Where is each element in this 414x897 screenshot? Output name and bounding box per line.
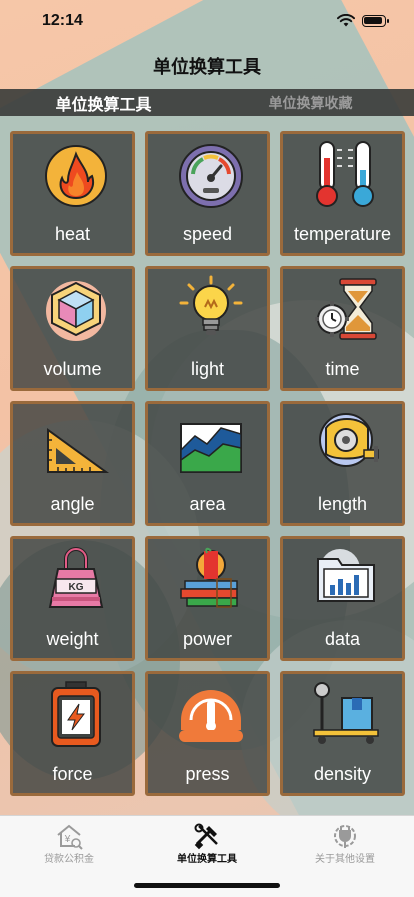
segment-tools[interactable]: 单位换算工具 <box>0 89 207 116</box>
tab-label: 单位换算工具 <box>177 854 237 865</box>
svg-text:¥: ¥ <box>64 834 71 845</box>
tile-time[interactable]: time <box>280 266 405 391</box>
speedometer-icon <box>177 140 245 208</box>
apple-books-icon <box>177 545 245 613</box>
tile-data[interactable]: data <box>280 536 405 661</box>
battery-icon <box>362 15 389 27</box>
tile-light[interactable]: light <box>145 266 270 391</box>
tile-label: light <box>190 359 225 379</box>
flame-icon <box>42 140 110 208</box>
pressure-gauge-icon <box>177 680 245 748</box>
tile-label: temperature <box>293 224 392 244</box>
kg-text: KG <box>69 582 84 593</box>
tile-label: length <box>317 494 368 514</box>
kettlebell-icon: KG <box>42 545 110 613</box>
tile-label: area <box>189 494 226 514</box>
tile-length[interactable]: length <box>280 401 405 526</box>
tile-angle[interactable]: angle <box>10 401 135 526</box>
battery-bolt-icon <box>42 680 110 748</box>
tile-label: angle <box>50 494 95 514</box>
tile-density[interactable]: density <box>280 671 405 796</box>
status-time: 12:14 <box>42 12 83 29</box>
tile-label: speed <box>182 224 233 244</box>
home-indicator <box>134 883 280 888</box>
light-bulb-icon <box>177 275 245 343</box>
hourglass-icon <box>312 275 380 343</box>
tab-loan[interactable]: ¥ 贷款公积金 <box>0 816 138 866</box>
tile-label: weight <box>46 629 99 649</box>
tile-label: heat <box>54 224 91 244</box>
tile-speed[interactable]: speed <box>145 131 270 256</box>
unit-grid: heat speed temperature volume light time… <box>10 131 408 796</box>
tile-press[interactable]: press <box>145 671 270 796</box>
tab-label: 贷款公积金 <box>44 854 94 865</box>
tile-label: density <box>313 764 372 784</box>
tile-volume[interactable]: volume <box>10 266 135 391</box>
tape-measure-icon <box>312 410 380 478</box>
scale-box-icon <box>312 680 380 748</box>
tile-label: power <box>182 629 233 649</box>
tools-icon <box>194 823 218 850</box>
tab-settings[interactable]: 关于其他设置 <box>276 816 414 866</box>
tile-label: time <box>325 359 360 379</box>
tile-label: force <box>52 764 93 784</box>
tab-label: 关于其他设置 <box>315 854 375 865</box>
tile-label: data <box>324 629 361 649</box>
tab-unit-tools[interactable]: 单位换算工具 <box>138 816 276 866</box>
segment-favorites[interactable]: 单位换算收藏 <box>207 89 414 116</box>
plug-settings-icon <box>334 825 356 848</box>
status-bar: 12:14 <box>0 0 414 44</box>
tile-area[interactable]: area <box>145 401 270 526</box>
set-square-icon <box>42 410 110 478</box>
tile-label: volume <box>43 359 102 379</box>
tile-power[interactable]: power <box>145 536 270 661</box>
folder-chart-icon <box>312 545 380 613</box>
tile-force[interactable]: force <box>10 671 135 796</box>
area-chart-icon <box>177 410 245 478</box>
tile-weight[interactable]: KG weight <box>10 536 135 661</box>
tile-temperature[interactable]: temperature <box>280 131 405 256</box>
tile-label: press <box>185 764 230 784</box>
thermometer-icon <box>312 140 380 208</box>
segment-bar: 单位换算工具 单位换算收藏 <box>0 89 414 116</box>
tile-heat[interactable]: heat <box>10 131 135 256</box>
cube-icon <box>42 275 110 343</box>
house-yen-icon: ¥ <box>57 824 83 850</box>
wifi-icon <box>337 14 355 27</box>
page-title: 单位换算工具 <box>153 57 261 78</box>
